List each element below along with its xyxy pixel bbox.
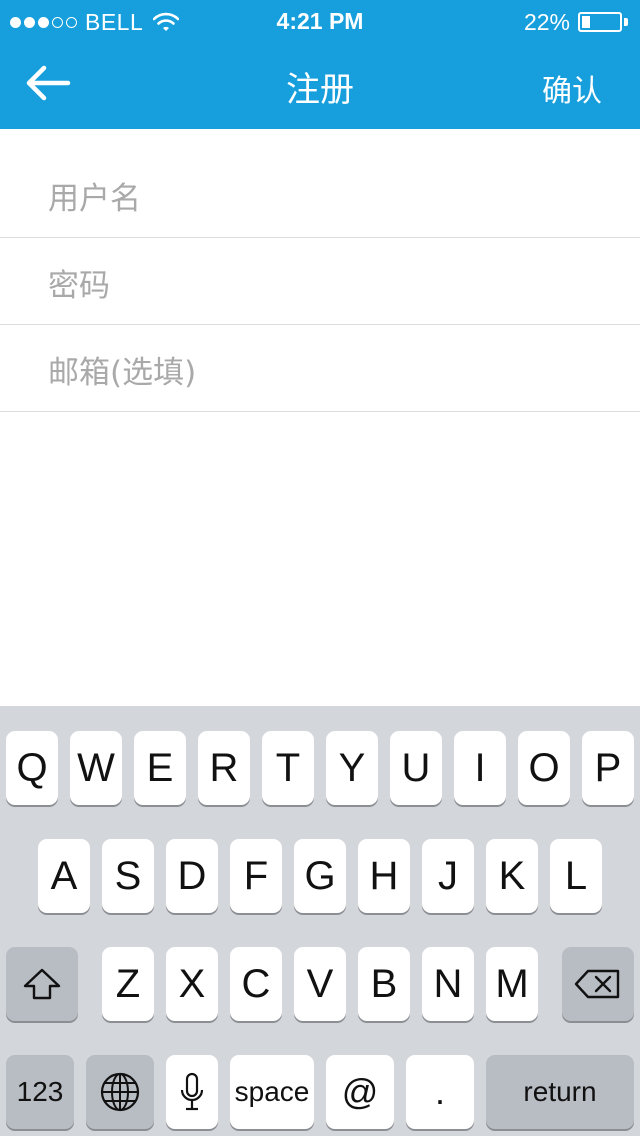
key-s[interactable]: S xyxy=(102,839,154,913)
key-h[interactable]: H xyxy=(358,839,410,913)
shift-key[interactable] xyxy=(6,947,78,1021)
status-right: 22% xyxy=(524,8,628,36)
return-key[interactable]: return xyxy=(486,1055,634,1129)
battery-icon xyxy=(578,12,622,32)
password-row xyxy=(0,238,640,325)
shift-icon xyxy=(23,968,61,1000)
key-z[interactable]: Z xyxy=(102,947,154,1021)
status-bar: BELL 4:21 PM 22% xyxy=(0,0,640,42)
delete-key[interactable] xyxy=(562,947,634,1021)
key-f[interactable]: F xyxy=(230,839,282,913)
key-t[interactable]: T xyxy=(262,731,314,805)
key-e[interactable]: E xyxy=(134,731,186,805)
key-g[interactable]: G xyxy=(294,839,346,913)
space-key[interactable]: space xyxy=(230,1055,314,1129)
key-b[interactable]: B xyxy=(358,947,410,1021)
key-r[interactable]: R xyxy=(198,731,250,805)
battery-tip xyxy=(624,18,628,26)
globe-key[interactable] xyxy=(86,1055,154,1129)
key-m[interactable]: M xyxy=(486,947,538,1021)
password-input[interactable] xyxy=(48,266,620,306)
key-n[interactable]: N xyxy=(422,947,474,1021)
username-input[interactable] xyxy=(48,179,620,219)
battery-percent: 22% xyxy=(523,8,570,35)
key-k[interactable]: K xyxy=(486,839,538,913)
key-c[interactable]: C xyxy=(230,947,282,1021)
microphone-icon xyxy=(180,1072,204,1111)
confirm-button[interactable]: 确认 xyxy=(542,66,602,110)
key-a[interactable]: A xyxy=(38,839,90,913)
key-p[interactable]: P xyxy=(582,731,634,805)
key-j[interactable]: J xyxy=(422,839,474,913)
register-form xyxy=(0,129,640,412)
key-l[interactable]: L xyxy=(550,839,602,913)
key-d[interactable]: D xyxy=(166,839,218,913)
key-o[interactable]: O xyxy=(518,731,570,805)
email-input[interactable] xyxy=(48,353,620,393)
key-q[interactable]: Q xyxy=(6,731,58,805)
key-y[interactable]: Y xyxy=(326,731,378,805)
delete-icon xyxy=(574,969,620,999)
globe-icon xyxy=(100,1072,140,1112)
period-key[interactable]: . xyxy=(406,1055,474,1129)
battery-level xyxy=(582,16,590,28)
email-row xyxy=(0,325,640,412)
key-u[interactable]: U xyxy=(390,731,442,805)
username-row xyxy=(0,129,640,238)
at-key[interactable]: @ xyxy=(326,1055,394,1129)
key-v[interactable]: V xyxy=(294,947,346,1021)
key-i[interactable]: I xyxy=(454,731,506,805)
key-x[interactable]: X xyxy=(166,947,218,1021)
numbers-key[interactable]: 123 xyxy=(6,1055,74,1129)
top-bar: BELL 4:21 PM 22% 注册 确认 xyxy=(0,0,640,129)
key-w[interactable]: W xyxy=(70,731,122,805)
microphone-key[interactable] xyxy=(166,1055,218,1129)
keyboard: Q W E R T Y U I O P A S D F G H J K L Z … xyxy=(0,706,640,1136)
